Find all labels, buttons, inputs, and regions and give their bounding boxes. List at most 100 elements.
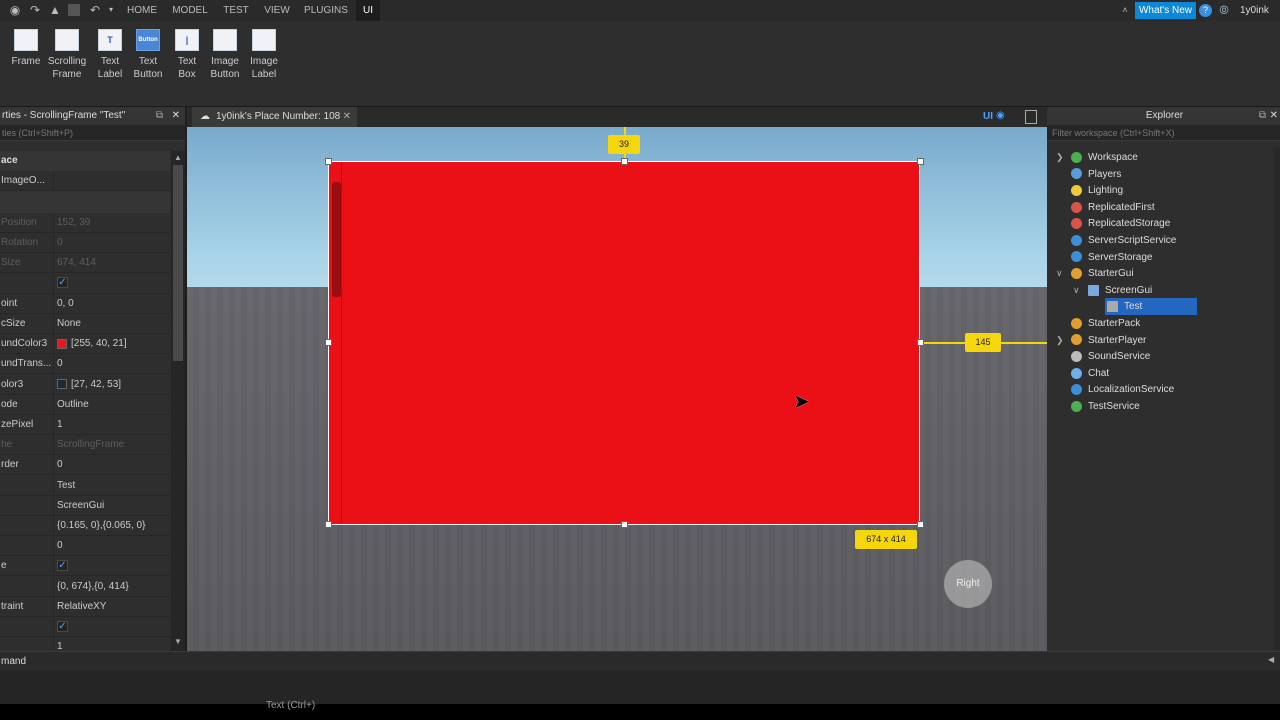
- explorer-item-chat[interactable]: Chat: [1071, 365, 1109, 382]
- property-value[interactable]: 1: [57, 415, 170, 434]
- chevron-up-icon[interactable]: ˄: [1118, 3, 1132, 17]
- property-value[interactable]: 0: [57, 233, 170, 252]
- checkbox-checked-icon[interactable]: ✓: [57, 620, 68, 632]
- checkbox-checked-icon[interactable]: ✓: [57, 560, 68, 572]
- save-icon[interactable]: [68, 4, 80, 16]
- property-value[interactable]: Test: [57, 476, 170, 495]
- explorer-item-test[interactable]: Test: [1105, 298, 1197, 316]
- property-row[interactable]: olor3 [27, 42, 53]: [0, 374, 170, 395]
- menu-view[interactable]: VIEW: [259, 0, 295, 21]
- property-value[interactable]: ScrollingFrame: [57, 435, 170, 454]
- explorer-item-localizationservice[interactable]: LocalizationService: [1071, 381, 1174, 398]
- property-row[interactable]: 0: [0, 536, 170, 557]
- property-value[interactable]: [27, 42, 53]: [57, 375, 170, 394]
- resize-handle-bottom[interactable]: [621, 521, 628, 528]
- resize-handle-right[interactable]: [917, 339, 924, 346]
- property-row[interactable]: traint RelativeXY: [0, 596, 170, 617]
- menu-home[interactable]: HOME: [122, 0, 162, 21]
- redo-icon[interactable]: ↷: [28, 3, 42, 17]
- ribbon-text-button-button[interactable]: Button Text Button: [128, 27, 168, 87]
- explorer-item-workspace[interactable]: ❯ Workspace: [1056, 149, 1138, 166]
- ui-visibility-toggle[interactable]: UI: [983, 111, 993, 122]
- menu-test[interactable]: TEST: [218, 0, 254, 21]
- undock-icon[interactable]: ⧉: [156, 107, 163, 125]
- explorer-item-testservice[interactable]: TestService: [1071, 398, 1140, 415]
- explorer-close-icon[interactable]: ✕: [1270, 107, 1278, 125]
- scrollbar-thumb[interactable]: [173, 165, 183, 361]
- resize-handle-top[interactable]: [621, 158, 628, 165]
- property-row[interactable]: zePixel 1: [0, 415, 170, 435]
- property-row[interactable]: e ✓: [0, 556, 170, 577]
- explorer-item-replicatedfirst[interactable]: ReplicatedFirst: [1071, 199, 1155, 216]
- properties-filter-input[interactable]: ties (Ctrl+Shift+P): [0, 125, 185, 141]
- share-icon[interactable]: ⦾: [1217, 3, 1231, 17]
- explorer-item-screengui[interactable]: ∨ ScreenGui: [1073, 282, 1152, 299]
- property-row[interactable]: undColor3 [255, 40, 21]: [0, 334, 170, 355]
- property-value[interactable]: RelativeXY: [57, 597, 170, 616]
- property-row[interactable]: undTrans... 0: [0, 354, 170, 375]
- binoculars-icon[interactable]: ◉: [8, 3, 22, 17]
- tab-place[interactable]: ☁ 1y0ink's Place Number: 108 ✕: [192, 107, 357, 127]
- color-swatch[interactable]: [57, 378, 67, 389]
- publish-icon[interactable]: ▲: [48, 3, 62, 17]
- explorer-undock-icon[interactable]: ⧉: [1259, 107, 1266, 125]
- explorer-item-replicatedstorage[interactable]: ReplicatedStorage: [1071, 215, 1170, 232]
- color-swatch[interactable]: [57, 338, 67, 349]
- property-row[interactable]: Rotation 0: [0, 233, 170, 254]
- explorer-item-starterpack[interactable]: StarterPack: [1071, 315, 1140, 332]
- properties-subrow[interactable]: ImageO...: [0, 171, 170, 191]
- expand-arrow-icon[interactable]: ❯: [1056, 149, 1064, 166]
- ribbon-text-label-button[interactable]: T Text Label: [90, 27, 130, 87]
- scrolling-frame-test[interactable]: [328, 161, 920, 525]
- undo-icon[interactable]: ↶: [88, 3, 102, 17]
- property-row[interactable]: he ScrollingFrame: [0, 435, 170, 456]
- property-value[interactable]: ✓: [57, 617, 170, 636]
- eye-icon[interactable]: ◉: [996, 110, 1005, 121]
- property-value[interactable]: [255, 40, 21]: [57, 334, 170, 353]
- view-cube[interactable]: Right: [944, 560, 992, 608]
- username[interactable]: 1y0ink: [1240, 5, 1269, 16]
- resize-handle-top-right[interactable]: [917, 158, 924, 165]
- tab-close-icon[interactable]: ✕: [343, 107, 351, 127]
- resize-handle-left[interactable]: [325, 339, 332, 346]
- explorer-item-serverscriptservice[interactable]: ServerScriptService: [1071, 232, 1176, 249]
- collapse-arrow-icon[interactable]: ∨: [1056, 265, 1063, 282]
- property-value[interactable]: 674, 414: [57, 253, 170, 272]
- property-row[interactable]: ode Outline: [0, 394, 170, 415]
- property-row[interactable]: {0.165, 0},{0.065, 0}: [0, 516, 170, 536]
- resize-handle-top-left[interactable]: [325, 158, 332, 165]
- explorer-item-players[interactable]: Players: [1071, 166, 1121, 183]
- whats-new-button[interactable]: What's New: [1135, 2, 1196, 19]
- property-row[interactable]: ✓: [0, 617, 170, 637]
- resize-handle-bottom-left[interactable]: [325, 521, 332, 528]
- expand-arrow-icon[interactable]: ❯: [1056, 332, 1064, 349]
- property-value[interactable]: 0, 0: [57, 294, 170, 313]
- scroll-down-icon[interactable]: ▼: [174, 637, 182, 646]
- menu-model[interactable]: MODEL: [168, 0, 212, 21]
- scroll-up-icon[interactable]: ▲: [174, 153, 182, 162]
- chevron-down-icon[interactable]: ▾: [104, 3, 118, 17]
- properties-section-header[interactable]: ace: [0, 151, 170, 171]
- property-row[interactable]: cSize None: [0, 314, 170, 334]
- ribbon-frame-button[interactable]: Frame: [6, 27, 46, 87]
- property-value[interactable]: ✓: [57, 556, 170, 575]
- device-emulator-icon[interactable]: [1025, 110, 1037, 124]
- explorer-item-serverstorage[interactable]: ServerStorage: [1071, 249, 1152, 266]
- property-row[interactable]: ✓: [0, 273, 170, 294]
- command-bar-collapse-icon[interactable]: ◀: [1268, 655, 1274, 664]
- property-row[interactable]: {0, 674},{0, 414}: [0, 576, 170, 597]
- property-value[interactable]: 0: [57, 455, 170, 474]
- resize-handle-bottom-right[interactable]: [917, 521, 924, 528]
- property-value[interactable]: ScreenGui: [57, 496, 170, 515]
- property-value[interactable]: Outline: [57, 395, 170, 414]
- menu-plugins[interactable]: PLUGINS: [300, 0, 352, 21]
- ribbon-scrolling-frame-button[interactable]: Scrolling Frame: [47, 27, 87, 87]
- property-value[interactable]: None: [57, 314, 170, 333]
- ribbon-image-label-button[interactable]: Image Label: [244, 27, 284, 87]
- property-value[interactable]: 0: [57, 354, 170, 373]
- explorer-item-lighting[interactable]: Lighting: [1071, 182, 1123, 199]
- property-row[interactable]: Test: [0, 475, 170, 496]
- explorer-item-soundservice[interactable]: SoundService: [1071, 348, 1150, 365]
- close-icon[interactable]: ✕: [172, 107, 180, 125]
- explorer-item-startergui[interactable]: ∨ StarterGui: [1056, 265, 1134, 282]
